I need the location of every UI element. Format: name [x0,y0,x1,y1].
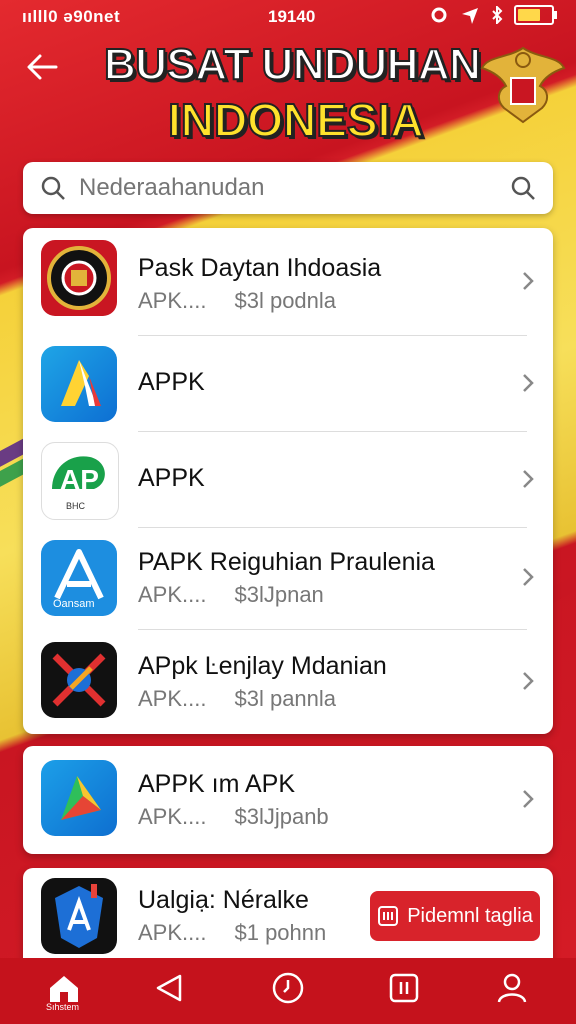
app-icon-x [41,642,117,718]
list-item[interactable]: AP BHC APPK [23,432,553,528]
app-icon-emblem [41,240,117,316]
list-item[interactable]: Oansam PAPK Reiguhian Praulenia APK.... $… [23,528,553,630]
app-meta: APK.... $3lJjpanb [138,804,329,829]
search-icon [41,176,65,200]
app-name: APPK [138,368,205,396]
chevron-right-icon [523,470,534,488]
app-name: APPK ım APK [138,770,296,798]
featured-app-card[interactable]: APPK ım APK APK.... $3lJjpanb [23,746,553,854]
app-meta: APK.... $3l pannla [138,686,337,711]
app-meta: APK.... $3lJpnan [138,582,324,607]
chevron-right-icon [523,790,534,808]
search-input[interactable] [77,173,491,203]
back-arrow-icon[interactable] [24,48,62,86]
location-icon [462,8,478,24]
download-button-label: Pidemnl taglia [407,904,533,927]
svg-text:AP: AP [60,464,99,495]
chevron-right-icon [523,374,534,392]
app-list: Pask Daytan Ihdoasia APK.... $3l podnla A… [23,228,553,734]
status-bar: ıılll0 ə90net 19140 [0,0,576,34]
gear-icon [431,7,447,23]
page-title-line1: BUSAT UNDUHAN [103,39,482,90]
app-name: Ualgiạ: Néralke [138,886,309,914]
home-icon [50,976,78,1002]
app-icon-ap: AP BHC [41,442,119,520]
app-name: APPK [138,464,205,492]
clock: 19140 [268,7,316,26]
nav-profile[interactable] [494,970,530,1006]
app-name: PAPK Reiguhian Praulenia [138,548,435,576]
app-icon-play [41,760,117,836]
bottom-nav: Sıhstem [0,958,576,1024]
chevron-right-icon [523,672,534,690]
garuda-emblem-icon [480,46,566,124]
list-item[interactable]: Pask Daytan Ihdoasia APK.... $3l podnla [23,228,553,336]
app-name: APpk Ŀenjlay Mdanian [138,652,387,680]
nav-home-label: Sıhstem [46,1002,80,1012]
nav-back[interactable] [152,970,188,1006]
app-icon-shield [41,878,117,954]
app-meta: APK.... $3l podnla [138,288,337,313]
user-icon [497,973,527,1003]
app-icon-a: Oansam [41,540,117,616]
bluetooth-icon [492,6,503,24]
nav-home[interactable] [46,970,82,1006]
chevron-right-icon [523,272,534,290]
nav-recent[interactable] [270,970,306,1006]
app-icon-arrow [41,346,117,422]
download-box-icon [378,906,399,926]
search-submit-icon[interactable] [509,174,537,202]
page-title-line2: INDONESIA [167,93,425,147]
nav-library[interactable] [386,970,422,1006]
download-button[interactable]: Pidemnl taglia [370,891,540,941]
triangle-back-icon [156,974,182,1002]
chevron-right-icon [523,568,534,586]
list-item[interactable]: APPK [23,336,553,432]
status-icons [428,5,557,25]
list-item[interactable]: APpk Ŀenjlay Mdanian APK.... $3l pannla [23,630,553,734]
app-meta: APK.... $1 pohnn [138,920,327,945]
app-name: Pask Daytan Ihdoasia [138,254,382,282]
carrier-text: ıılll0 ə90net [22,7,121,26]
battery-icon [514,5,557,25]
search-bar[interactable] [23,162,553,214]
clock-icon [272,972,304,1004]
square-icon [389,973,419,1003]
